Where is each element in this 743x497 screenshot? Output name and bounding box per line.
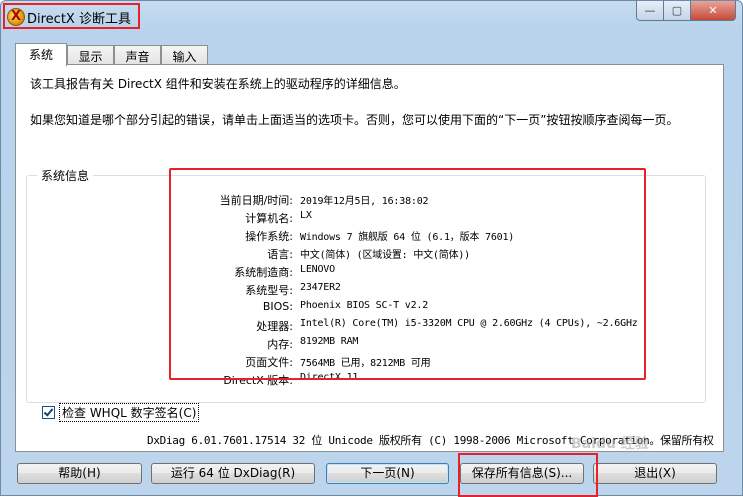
whql-checkbox[interactable] — [42, 406, 55, 419]
exit-button[interactable]: 退出(X) — [593, 463, 717, 484]
title-annotation-box — [3, 3, 140, 29]
whql-checkbox-label[interactable]: 检查 WHQL 数字签名(C) — [59, 403, 200, 422]
save-annotation-box — [458, 453, 598, 497]
intro-text-2: 如果您知道是哪个部分引起的错误，请单击上面适当的选项卡。否则，您可以使用下面的“… — [30, 113, 679, 127]
tab-system[interactable]: 系统 — [15, 43, 67, 66]
version-copyright-text: DxDiag 6.01.7601.17514 32 位 Unicode 版权所有… — [147, 434, 714, 447]
tab-input[interactable]: 输入 — [161, 45, 208, 64]
next-page-button[interactable]: 下一页(N) — [326, 463, 449, 484]
whql-checkbox-row[interactable]: 检查 WHQL 数字签名(C) — [42, 403, 200, 422]
tab-sound[interactable]: 声音 — [114, 45, 161, 64]
help-button[interactable]: 帮助(H) — [17, 463, 142, 484]
dxdiag-window: X DirectX 诊断工具 — ▢ ✕ 系统 显示 声音 输入 该工具报告有关… — [0, 0, 743, 497]
close-button[interactable]: ✕ — [691, 1, 736, 21]
run-64bit-dxdiag-button[interactable]: 运行 64 位 DxDiag(R) — [151, 463, 315, 484]
system-info-annotation-box — [169, 168, 646, 380]
maximize-button[interactable]: ▢ — [664, 1, 691, 21]
minimize-button[interactable]: — — [636, 1, 664, 21]
tab-display[interactable]: 显示 — [67, 45, 114, 64]
intro-text-1: 该工具报告有关 DirectX 组件和安装在系统上的驱动程序的详细信息。 — [30, 77, 406, 91]
caption-buttons: — ▢ ✕ — [636, 1, 736, 21]
